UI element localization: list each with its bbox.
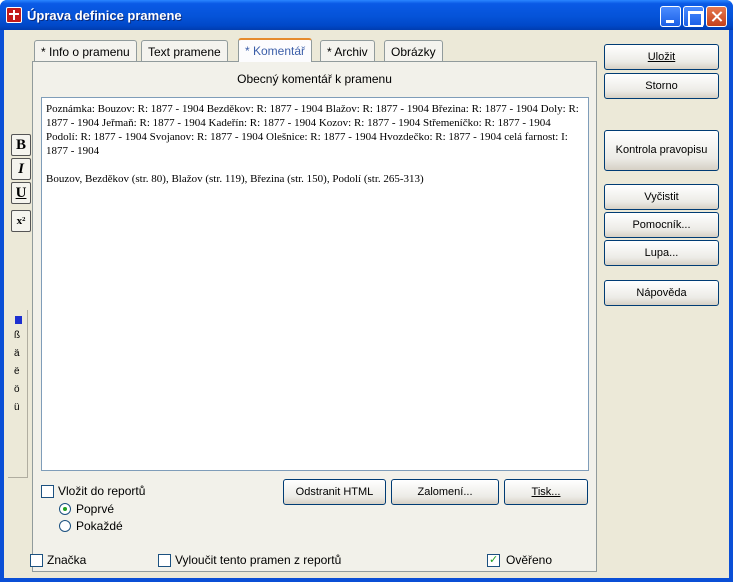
save-button[interactable]: Uložit bbox=[604, 44, 719, 70]
dialog-window: Úprava definice pramene * Info o pramenu… bbox=[0, 0, 733, 582]
remove-html-button[interactable]: Odstranit HTML bbox=[283, 479, 386, 505]
char-o-umlaut[interactable]: ö bbox=[14, 384, 20, 396]
app-icon bbox=[6, 7, 22, 23]
tab-info[interactable]: * Info o pramenu bbox=[34, 40, 137, 61]
exclude-from-reports-label: Vyloučit tento pramen z reportů bbox=[175, 553, 342, 567]
superscript-button[interactable]: x² bbox=[11, 210, 31, 232]
char-e-umlaut[interactable]: ë bbox=[14, 366, 20, 378]
minimize-button[interactable] bbox=[660, 6, 681, 27]
spellcheck-button[interactable]: Kontrola pravopisu bbox=[604, 130, 719, 171]
tab-images[interactable]: Obrázky bbox=[384, 40, 443, 61]
radio-first-time-label: Poprvé bbox=[76, 502, 115, 516]
char-a-umlaut[interactable]: ä bbox=[14, 348, 20, 360]
tab-archive[interactable]: * Archiv bbox=[320, 40, 375, 61]
verified-checkbox[interactable] bbox=[487, 553, 500, 567]
underline-button[interactable]: U bbox=[11, 182, 31, 204]
radio-first-time[interactable] bbox=[59, 503, 71, 515]
wrap-button[interactable]: Zalomení... bbox=[391, 479, 499, 505]
char-sharp-s[interactable]: ß bbox=[14, 330, 20, 342]
comment-tab-panel: Obecný komentář k pramenu Poznámka: Bouz… bbox=[32, 61, 597, 572]
help-button[interactable]: Nápověda bbox=[604, 280, 719, 306]
helper-button[interactable]: Pomocník... bbox=[604, 212, 719, 238]
char-u-umlaut[interactable]: ü bbox=[14, 402, 20, 414]
mark-checkbox[interactable] bbox=[30, 554, 43, 567]
print-button[interactable]: Tisk... bbox=[504, 479, 588, 505]
panel-heading: Obecný komentář k pramenu bbox=[237, 72, 392, 86]
italic-button[interactable]: I bbox=[11, 158, 31, 180]
insert-to-reports-checkbox[interactable] bbox=[41, 485, 54, 498]
dialog-body: * Info o pramenu Text pramene * Komentář… bbox=[4, 30, 729, 578]
title-bar[interactable]: Úprava definice pramene bbox=[0, 0, 733, 30]
tab-text[interactable]: Text pramene bbox=[141, 40, 228, 61]
verified-label: Ověřeno bbox=[506, 553, 553, 567]
comment-editor[interactable]: Poznámka: Bouzov: R: 1877 - 1904 Bezděko… bbox=[41, 97, 589, 471]
tab-comment[interactable]: * Komentář bbox=[238, 38, 313, 62]
cancel-button[interactable]: Storno bbox=[604, 73, 719, 99]
clear-button[interactable]: Vyčistit bbox=[604, 184, 719, 210]
mark-label: Značka bbox=[47, 553, 87, 567]
insert-to-reports-label: Vložit do reportů bbox=[58, 484, 146, 498]
color-swatch-icon[interactable] bbox=[15, 316, 22, 324]
bold-button[interactable]: B bbox=[11, 134, 31, 156]
editor-paragraph: Poznámka: Bouzov: R: 1877 - 1904 Bezděko… bbox=[46, 103, 579, 157]
editor-paragraph: Bouzov, Bezděkov (str. 80), Blažov (str.… bbox=[46, 173, 424, 185]
radio-every-time-label: Pokaždé bbox=[76, 519, 123, 533]
radio-every-time[interactable] bbox=[59, 520, 71, 532]
window-title: Úprava definice pramene bbox=[27, 8, 182, 23]
exclude-from-reports-checkbox[interactable] bbox=[158, 554, 171, 567]
maximize-button[interactable] bbox=[683, 6, 704, 27]
magnifier-button[interactable]: Lupa... bbox=[604, 240, 719, 266]
special-chars-strip: ß ä ë ö ü bbox=[8, 310, 28, 478]
close-button[interactable] bbox=[706, 6, 727, 27]
